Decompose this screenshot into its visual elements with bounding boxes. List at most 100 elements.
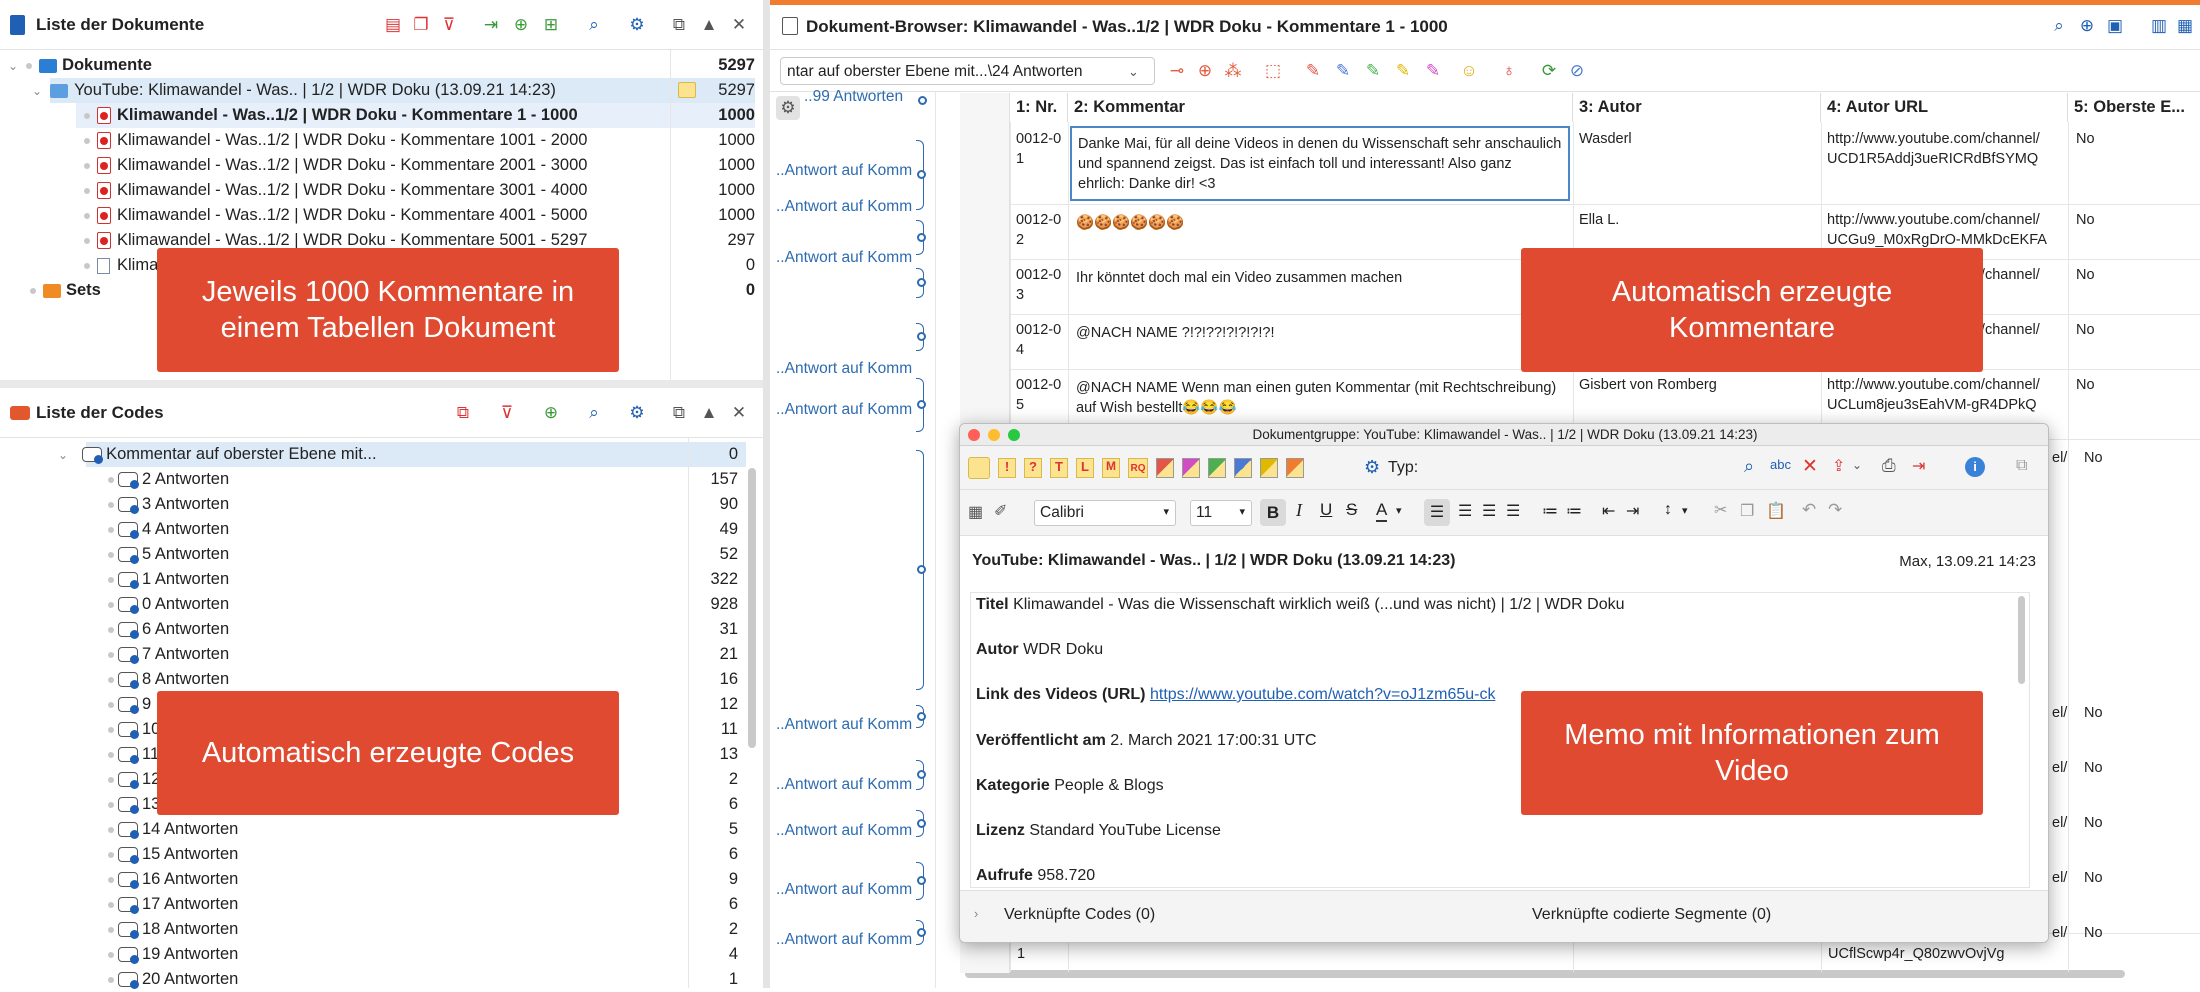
gear-icon[interactable]: ⚙: [1364, 457, 1380, 478]
chevron-right-icon[interactable]: ›: [974, 906, 978, 921]
import-arrow-icon[interactable]: ⇥: [480, 14, 502, 36]
paste-icon[interactable]: 📋: [1766, 501, 1786, 521]
code-row[interactable]: 12: [108, 767, 160, 792]
linked-codes-label[interactable]: Verknüpfte Codes (0): [1004, 906, 1155, 924]
undock-icon[interactable]: ⧉: [668, 14, 690, 36]
chevron-down-icon[interactable]: ▾: [1682, 504, 1688, 517]
cell-nr[interactable]: 0012-0 5: [1010, 369, 1068, 421]
layout-icon[interactable]: ▦: [2174, 15, 2196, 37]
send-icon[interactable]: ⇥: [1912, 456, 1925, 476]
code-row[interactable]: 20 Antworten: [108, 967, 238, 992]
memo-scrollbar[interactable]: [2018, 596, 2025, 684]
tree-row-document[interactable]: Klimawandel - Was..1/2 | WDR Doku - Komm…: [84, 178, 587, 203]
search-icon[interactable]: ⌕: [583, 14, 605, 36]
tree-row-document[interactable]: Klimawandel - Was..1/2 | WDR Doku - Komm…: [84, 128, 587, 153]
cell-comment[interactable]: @NACH NAME ?!?!??!?!?!?!?!: [1070, 317, 1570, 366]
collapse-icon[interactable]: ▲: [698, 402, 720, 424]
close-icon[interactable]: ✕: [728, 14, 750, 36]
code-row[interactable]: 19 Antworten: [108, 942, 238, 967]
justify-icon[interactable]: ☰: [1506, 501, 1520, 521]
memo-type-default-icon[interactable]: [968, 457, 990, 479]
bullet-list-icon[interactable]: ≔: [1542, 501, 1558, 521]
code-row[interactable]: 14 Antworten: [108, 817, 238, 842]
format-painter-icon[interactable]: ✐: [994, 501, 1007, 521]
chevron-down-icon[interactable]: ⌄: [1128, 64, 1139, 80]
code-row[interactable]: 0 Antworten: [108, 592, 229, 617]
align-right-icon[interactable]: ☰: [1482, 501, 1496, 521]
symbol-icon[interactable]: ♁: [1498, 60, 1520, 82]
margin-label[interactable]: ..Antwort auf Komm: [776, 401, 912, 419]
window-minimize-button[interactable]: [988, 429, 1000, 441]
margin-label[interactable]: ..Antwort auf Komm: [776, 881, 912, 899]
cell-top-level[interactable]: No: [2070, 123, 2190, 155]
code-set-icon[interactable]: ⁂: [1222, 60, 1244, 82]
cell-comment[interactable]: Ihr könntet doch mal ein Video zusammen …: [1070, 262, 1570, 311]
font-color-button[interactable]: A: [1376, 500, 1388, 522]
cell-nr[interactable]: 0012-0 3: [1010, 259, 1068, 311]
memo-type-t-icon[interactable]: T: [1050, 458, 1068, 478]
memo-type-orange-icon[interactable]: [1286, 458, 1304, 478]
margin-label[interactable]: ..Antwort auf Komm: [776, 776, 912, 794]
copy-icon[interactable]: ❐: [1740, 501, 1754, 521]
filter-codes-icon[interactable]: ⊽: [496, 402, 518, 424]
remove-icon[interactable]: ⊘: [1566, 60, 1588, 82]
cell-author-url[interactable]: http://www.youtube.com/channel/ UCD1R5Ad…: [1821, 123, 2068, 204]
gear-icon[interactable]: ⚙: [626, 14, 648, 36]
chevron-down-icon[interactable]: ⌄: [32, 84, 42, 98]
redo-icon[interactable]: ↷: [1828, 500, 1842, 520]
qr-icon[interactable]: ▣: [2104, 15, 2126, 37]
import-documents-icon[interactable]: ▤: [382, 14, 404, 36]
code-row[interactable]: 7 Antworten: [108, 642, 229, 667]
cell-nr[interactable]: 0012-0 2: [1010, 204, 1068, 256]
gear-icon[interactable]: ⚙: [776, 96, 800, 120]
underline-button[interactable]: U: [1320, 500, 1332, 520]
column-header-author[interactable]: 3: Autor: [1573, 93, 1821, 122]
memo-type-red-icon[interactable]: [1156, 458, 1174, 478]
highlighter-green-icon[interactable]: ✎: [1362, 60, 1384, 82]
align-left-button[interactable]: ☰: [1424, 499, 1450, 526]
font-family-select[interactable]: Calibri ▾: [1034, 500, 1176, 526]
zoom-icon[interactable]: ⊕: [2076, 15, 2098, 37]
code-row[interactable]: 13: [108, 792, 160, 817]
search-icon[interactable]: ⌕: [1744, 456, 1754, 477]
set-code-icon[interactable]: ⊸: [1166, 60, 1188, 82]
new-code-icon[interactable]: ⊕: [540, 402, 562, 424]
panel-splitter[interactable]: [763, 0, 770, 988]
column-header-top-level[interactable]: 5: Oberste E...: [2068, 93, 2200, 122]
code-row[interactable]: 18 Antworten: [108, 917, 238, 942]
code-row[interactable]: 11: [108, 742, 159, 767]
refresh-icon[interactable]: ⟳: [1538, 60, 1560, 82]
chevron-down-icon[interactable]: ⌄: [1852, 458, 1862, 472]
cell-top-level[interactable]: No: [2070, 314, 2190, 346]
memo-type-yellow-icon[interactable]: [1260, 458, 1278, 478]
memo-type-blue-icon[interactable]: [1234, 458, 1252, 478]
cell-comment[interactable]: 🍪🍪🍪🍪🍪🍪: [1070, 207, 1570, 256]
code-row[interactable]: 9: [108, 692, 151, 717]
code-row[interactable]: 8 Antworten: [108, 667, 229, 692]
horizontal-scrollbar[interactable]: [965, 970, 2125, 978]
linked-segments-label[interactable]: Verknüpfte codierte Segmente (0): [1532, 906, 1771, 924]
add-code-icon[interactable]: ⊕: [1194, 60, 1216, 82]
cell-top-level[interactable]: No: [2070, 259, 2190, 291]
cell-author[interactable]: Gisbert von Romberg: [1573, 369, 1813, 401]
code-row[interactable]: 16 Antworten: [108, 867, 238, 892]
code-row[interactable]: 4 Antworten: [108, 517, 229, 542]
cell-author[interactable]: Wasderl: [1573, 123, 1813, 155]
undock-icon[interactable]: ⧉: [668, 402, 690, 424]
code-row[interactable]: 6 Antworten: [108, 617, 229, 642]
tree-row-document[interactable]: Klima: [84, 253, 158, 278]
cell-top-level[interactable]: No: [2070, 204, 2190, 236]
numbered-list-icon[interactable]: ≔: [1566, 501, 1582, 521]
tree-row-sets[interactable]: Sets: [30, 278, 101, 303]
cell-nr[interactable]: 0012-0 4: [1010, 314, 1068, 366]
spellcheck-icon[interactable]: abc: [1770, 457, 1791, 472]
memo-icon[interactable]: [678, 82, 696, 98]
margin-label[interactable]: ..Antwort auf Komm: [776, 162, 912, 180]
column-header-author-url[interactable]: 4: Autor URL: [1821, 93, 2068, 122]
search-icon[interactable]: ⌕: [583, 402, 605, 424]
sidebar-toggle-icon[interactable]: ▥: [2148, 15, 2170, 37]
column-header-nr[interactable]: 1: Nr.: [1010, 93, 1068, 122]
code-row[interactable]: 1 Antworten: [108, 567, 229, 592]
search-icon[interactable]: ⌕: [2048, 15, 2070, 37]
tree-row-documents-root[interactable]: ⌄ Dokumente: [8, 53, 152, 78]
